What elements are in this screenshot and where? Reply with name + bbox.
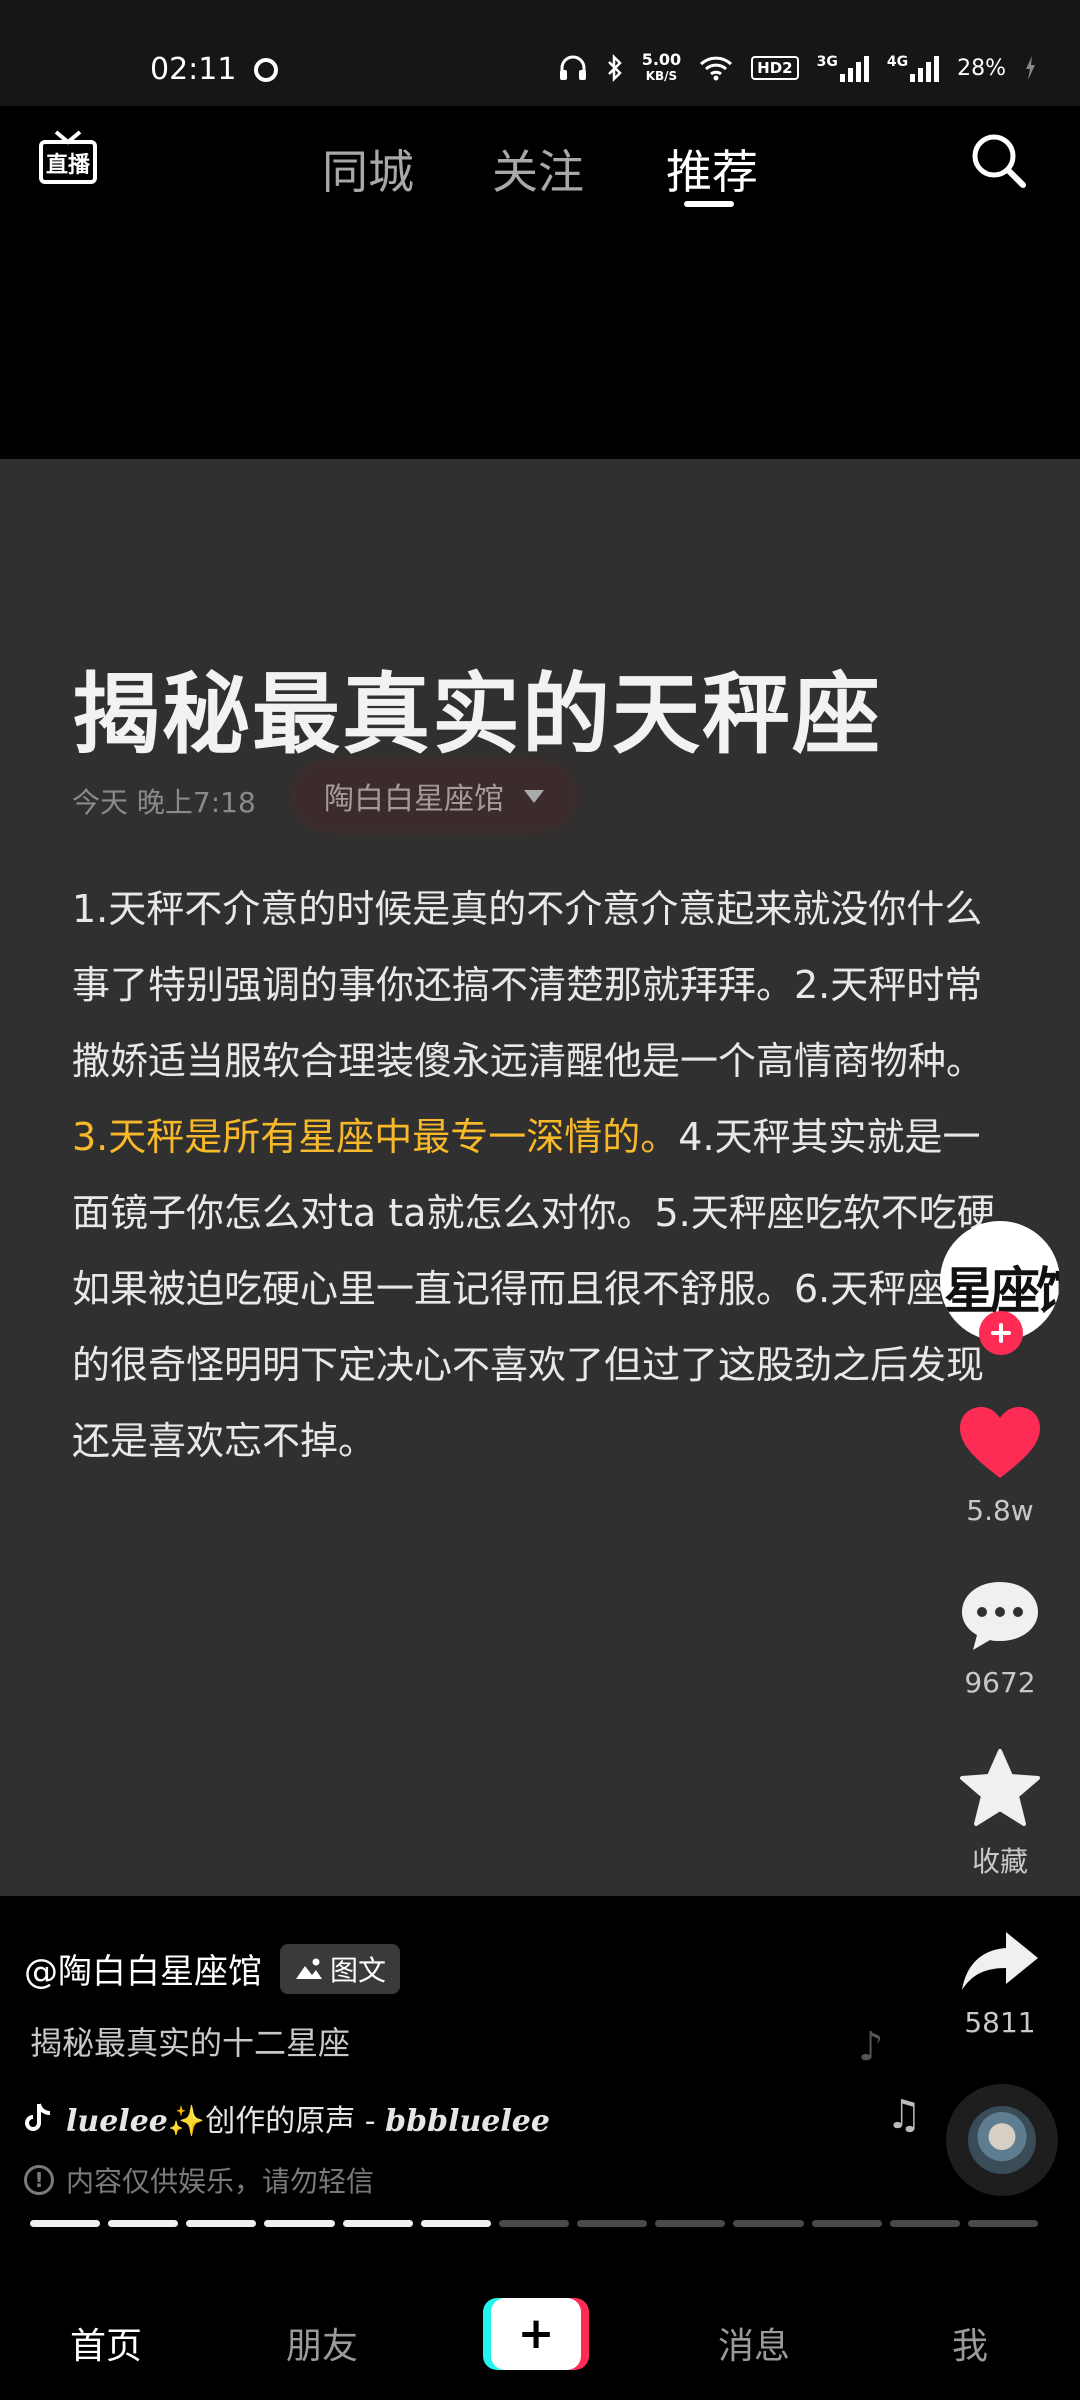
favorite-label: 收藏: [971, 1845, 1028, 1878]
progress-segment: [967, 2220, 1039, 2227]
floating-note-icon: ♫: [886, 2092, 922, 2138]
like-count: 5.8w: [966, 1494, 1034, 1527]
post-date: 今天 晚上7:18: [72, 786, 256, 819]
progress-segment: [811, 2220, 882, 2227]
live-label: 直播: [46, 152, 91, 178]
tab-recommended[interactable]: 推荐: [666, 136, 758, 202]
share-count: 5811: [964, 2006, 1036, 2039]
music-disc[interactable]: [946, 2084, 1058, 2196]
image-post-badge-label: 图文: [330, 1954, 387, 1987]
disclaimer: ! 内容仅供娱乐，请勿轻信: [24, 2160, 374, 2200]
tab-messages[interactable]: 消息: [718, 2317, 790, 2369]
headphones-icon: [559, 55, 586, 80]
favorite-button[interactable]: 收藏: [950, 1748, 1050, 1880]
slide-progress: [30, 2220, 1039, 2227]
progress-segment: [342, 2220, 413, 2227]
post-body: 1.天秤不介意的时候是真的不介意介意起来就没你什么事了特别强调的事你还搞不清楚那…: [72, 871, 1012, 1479]
bottom-tab-bar: 首页 朋友 + 消息 我: [0, 2262, 1080, 2400]
progress-segment: [420, 2220, 491, 2227]
heart-icon: [960, 1407, 1040, 1478]
charging-icon: [1026, 56, 1035, 80]
status-icons: 5.00 KB/S HD2 3G 4G 28%: [558, 52, 1036, 84]
tab-nearby[interactable]: 同城: [322, 136, 414, 202]
author-chip-name: 陶白白星座馆: [324, 782, 504, 817]
floating-note-icon: ♪: [858, 2024, 884, 2070]
warning-icon: !: [24, 2165, 54, 2195]
music-cover: [968, 2106, 1036, 2174]
active-tab-indicator: [684, 201, 734, 207]
post-title: 揭秘最真实的天秤座: [72, 663, 883, 766]
sim1-signal-icon: 3G: [817, 54, 869, 82]
disclaimer-text: 内容仅供娱乐，请勿轻信: [66, 2165, 375, 2198]
music-suffix: 创作的原声 -: [205, 2104, 386, 2139]
image-icon: [296, 1958, 322, 1979]
progress-segment: [733, 2220, 804, 2227]
network-speed: 5.00 KB/S: [641, 50, 682, 84]
like-button[interactable]: 5.8w: [950, 1404, 1050, 1527]
bluetooth-icon: [607, 54, 622, 82]
image-post-badge: 图文: [280, 1944, 401, 1994]
status-time: 02:11: [150, 52, 237, 87]
tab-following[interactable]: 关注: [492, 136, 584, 202]
follow-button[interactable]: [979, 1311, 1023, 1355]
comment-icon: [962, 1582, 1038, 1650]
share-arrow-icon: [962, 1932, 1038, 1990]
live-icon[interactable]: 直播: [38, 128, 98, 188]
progress-segment: [264, 2220, 335, 2227]
search-icon[interactable]: [968, 130, 1028, 190]
comment-count: 9672: [964, 1666, 1036, 1699]
share-button[interactable]: 5811: [950, 1928, 1050, 2039]
author-chip: 陶白白星座馆: [296, 765, 572, 827]
star-icon: [960, 1749, 1040, 1826]
music-sparkle: ✨: [167, 2104, 206, 2139]
progress-segment: [577, 2220, 648, 2227]
music-app-icon: [254, 58, 278, 82]
progress-segment: [108, 2220, 179, 2227]
progress-segment: [498, 2220, 570, 2227]
tab-friends[interactable]: 朋友: [286, 2317, 358, 2369]
author-handle[interactable]: @陶白白星座馆: [24, 1944, 262, 1993]
wifi-icon: [700, 56, 733, 81]
battery-level: 28%: [957, 55, 1006, 81]
post-body-highlight: 3.天秤是所有星座中最专一深情的。: [72, 1115, 679, 1159]
progress-segment: [655, 2220, 726, 2227]
progress-segment: [889, 2220, 960, 2227]
plus-icon: +: [517, 2308, 555, 2359]
status-bar: 02:11 5.00 KB/S HD2 3G 4G 28%: [0, 0, 1080, 106]
top-nav: 直播 同城 关注 推荐: [0, 106, 1080, 236]
tab-home[interactable]: 首页: [70, 2317, 142, 2369]
comment-button[interactable]: 9672: [950, 1578, 1050, 1699]
progress-segment: [30, 2220, 101, 2227]
music-title: luelee✨创作的原声 - bbbluelee: [66, 2096, 550, 2140]
music-tail: bbbluelee: [385, 2104, 550, 2139]
post-description[interactable]: 揭秘最真实的十二星座: [30, 2018, 350, 2064]
chevron-down-icon: [524, 789, 544, 803]
sim2-signal-icon: 4G: [887, 54, 940, 82]
progress-segment: [186, 2220, 257, 2227]
plus-icon: [991, 1323, 1011, 1343]
post-body-part1: 1.天秤不介意的时候是真的不介意介意起来就没你什么事了特别强调的事你还搞不清楚那…: [72, 887, 985, 1083]
post-body-part2: 4.天秤其实就是一面镜子你怎么对ta ta就怎么对你。5.天秤座吃软不吃硬如果被…: [72, 1115, 995, 1463]
post-image[interactable]: 揭秘最真实的天秤座 今天 晚上7:18 陶白白星座馆 1.天秤不介意的时候是真的…: [0, 459, 1080, 1896]
music-row[interactable]: luelee✨创作的原声 - bbbluelee: [24, 2096, 550, 2140]
create-button[interactable]: +: [483, 2298, 589, 2370]
music-user: luelee: [66, 2104, 168, 2139]
tab-me[interactable]: 我: [952, 2317, 988, 2369]
hd-badge: HD2: [751, 56, 799, 80]
tiktok-note-icon: [25, 2103, 51, 2131]
